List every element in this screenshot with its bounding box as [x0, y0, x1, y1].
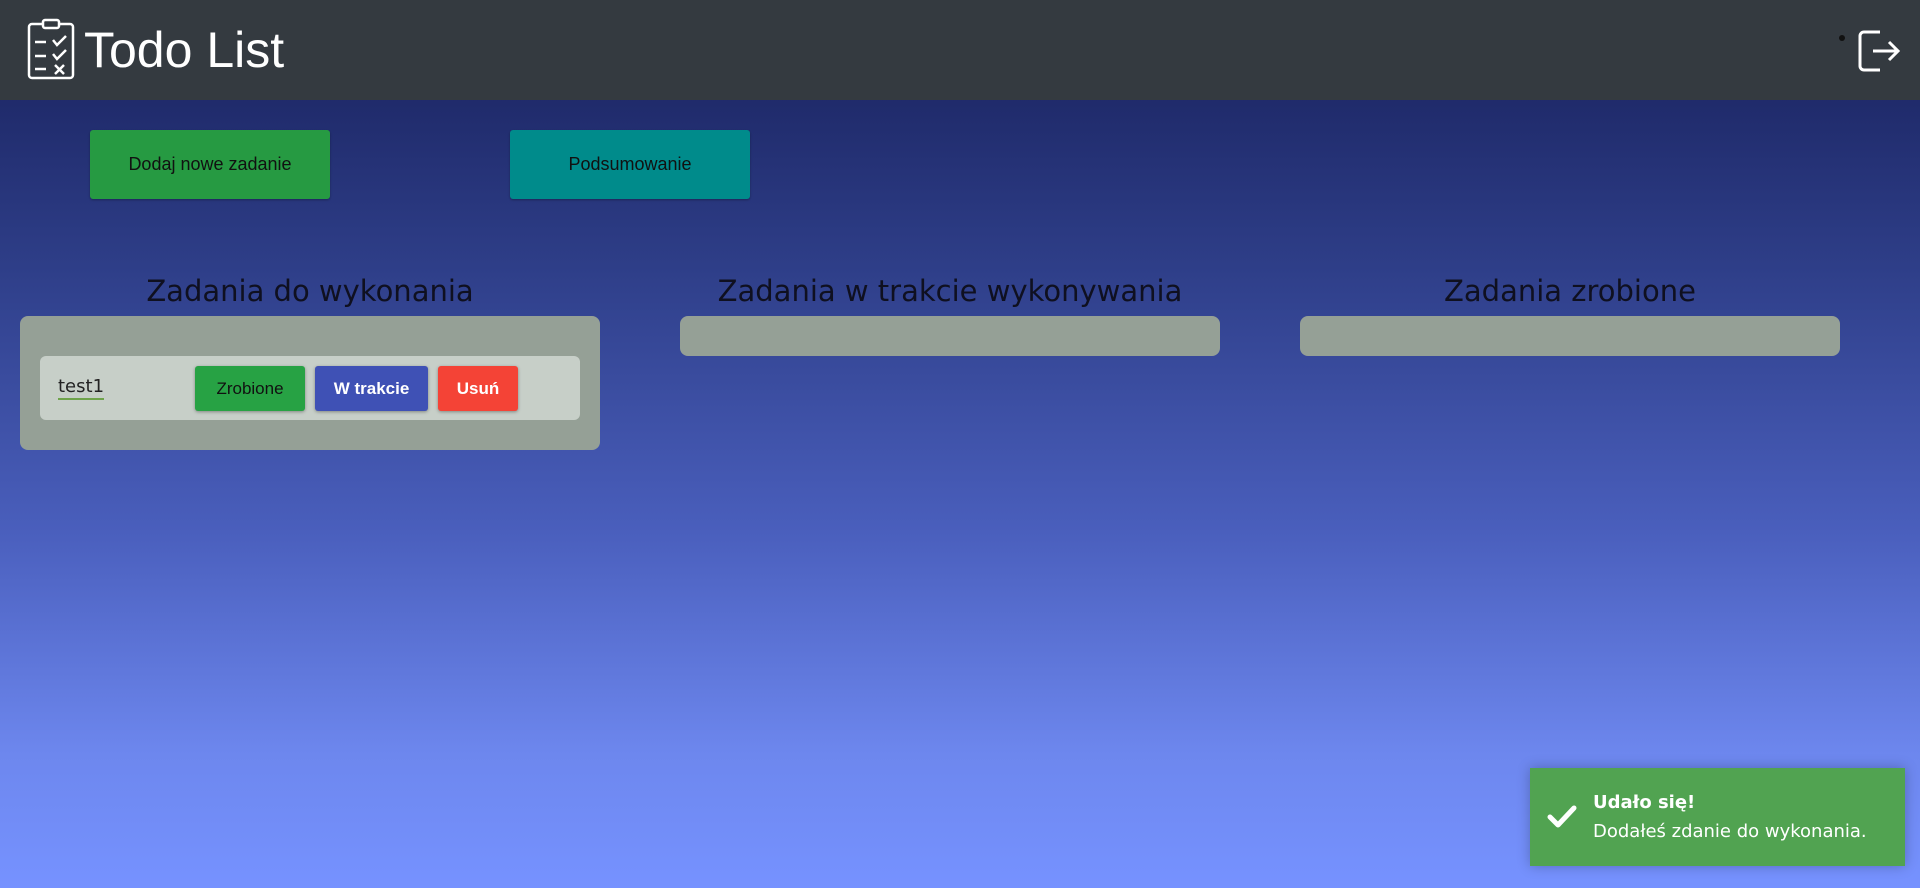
logout-icon[interactable]	[1856, 28, 1902, 74]
clipboard-checklist-icon	[27, 18, 75, 80]
column-todo: test1 Zrobione W trakcie Usuń	[20, 316, 600, 450]
add-task-button[interactable]: Dodaj nowe zadanie	[90, 130, 330, 199]
delete-task-button[interactable]: Usuń	[438, 366, 518, 411]
checkmark-icon	[1547, 805, 1577, 828]
mark-done-button[interactable]: Zrobione	[195, 366, 305, 411]
task-name: test1	[58, 376, 105, 400]
column-heading-done: Zadania zrobione	[1444, 274, 1696, 308]
column-done	[1300, 316, 1840, 356]
task-card: test1 Zrobione W trakcie Usuń	[40, 356, 580, 420]
app-header: Todo List	[0, 0, 1920, 100]
column-heading-todo: Zadania do wykonania	[146, 274, 474, 308]
column-in-progress	[680, 316, 1220, 356]
summary-button[interactable]: Podsumowanie	[510, 130, 750, 199]
header-dot	[1839, 35, 1845, 41]
mark-in-progress-button[interactable]: W trakcie	[315, 366, 428, 411]
column-heading-in-progress: Zadania w trakcie wykonywania	[717, 274, 1183, 308]
success-toast[interactable]: Udało się! Dodałeś zdanie do wykonania.	[1530, 768, 1905, 866]
app-title: Todo List	[84, 22, 285, 78]
toast-message: Dodałeś zdanie do wykonania.	[1593, 821, 1867, 842]
toast-title: Udało się!	[1593, 792, 1696, 813]
